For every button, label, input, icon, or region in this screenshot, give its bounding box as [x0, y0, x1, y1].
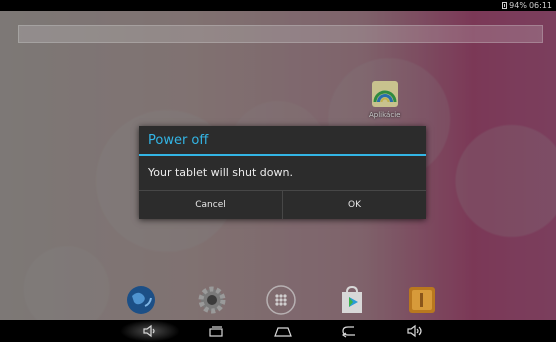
status-bar: 94% 06:11	[0, 0, 556, 11]
play-store-icon[interactable]	[336, 284, 368, 316]
android-screen: 94% 06:11 Aplikácie Power off Your table…	[0, 0, 556, 342]
battery-icon	[502, 2, 508, 9]
dialog-button-row: Cancel OK	[139, 190, 426, 219]
home-icon[interactable]	[270, 322, 296, 340]
cancel-button[interactable]: Cancel	[139, 191, 282, 219]
settings-gear-icon[interactable]	[196, 284, 228, 316]
power-off-dialog: Power off Your tablet will shut down. Ca…	[139, 126, 426, 219]
recent-apps-icon[interactable]	[203, 322, 229, 340]
volume-up-icon[interactable]	[402, 322, 428, 340]
volume-down-icon[interactable]	[137, 322, 163, 340]
browser-globe-icon[interactable]	[125, 284, 157, 316]
dialog-title: Power off	[139, 126, 426, 156]
status-indicators: 94% 06:11	[502, 0, 552, 11]
back-icon[interactable]	[336, 322, 362, 340]
file-manager-icon[interactable]	[406, 284, 438, 316]
clock: 06:11	[528, 1, 552, 10]
navigation-bar	[0, 320, 556, 342]
dialog-message: Your tablet will shut down.	[148, 166, 293, 179]
ok-button[interactable]: OK	[282, 191, 426, 219]
battery-percent: 94%	[509, 1, 527, 10]
app-drawer-icon[interactable]	[265, 284, 297, 316]
